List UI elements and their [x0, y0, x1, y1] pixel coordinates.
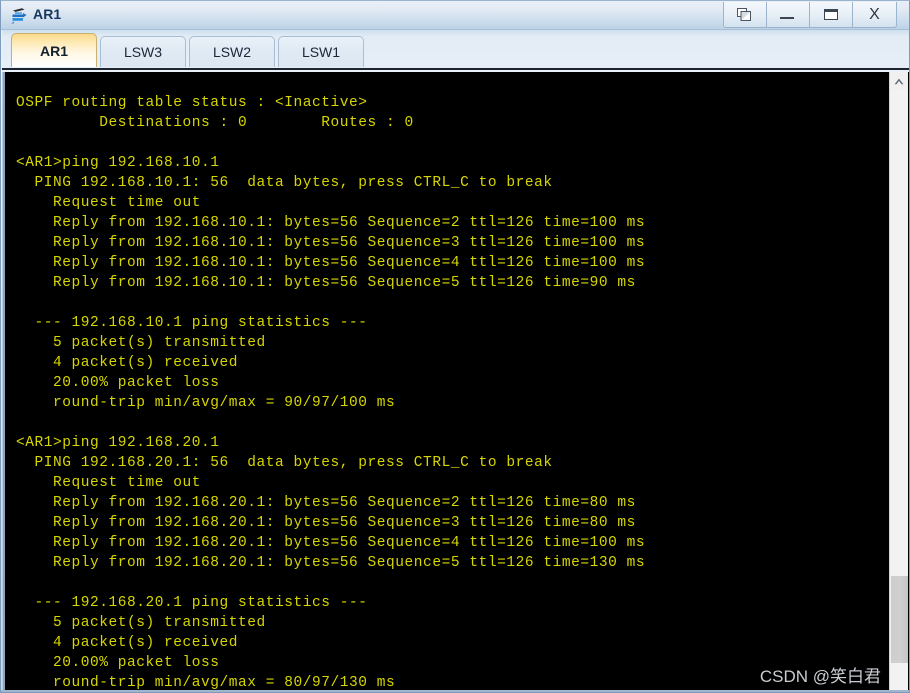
- minimize-icon: [780, 17, 794, 19]
- terminal-line: 5 packet(s) transmitted: [16, 615, 266, 631]
- tab-ar1[interactable]: AR1: [11, 33, 97, 67]
- scrollbar-track-upper[interactable]: [890, 90, 908, 576]
- tab-lsw2[interactable]: LSW2: [189, 36, 275, 67]
- terminal-line: 4 packet(s) received: [16, 355, 239, 371]
- terminal-output: OSPF routing table status : <Inactive> D…: [16, 73, 646, 692]
- tab-label: LSW2: [212, 44, 252, 60]
- window-controls: X: [723, 2, 897, 28]
- terminal-scrollbar[interactable]: [889, 72, 908, 692]
- scrollbar-up-button[interactable]: [890, 72, 908, 90]
- terminal-line: Request time out: [16, 195, 202, 211]
- terminal-line: Reply from 192.168.20.1: bytes=56 Sequen…: [16, 515, 636, 531]
- terminal-line: Reply from 192.168.20.1: bytes=56 Sequen…: [16, 535, 646, 551]
- window-title: AR1: [33, 6, 62, 22]
- terminal-line: OSPF routing table status : <Inactive>: [16, 95, 368, 111]
- terminal-line: 4 packet(s) received: [16, 635, 239, 651]
- maximize-button[interactable]: [810, 2, 853, 27]
- tab-label: AR1: [39, 42, 68, 59]
- restore-windows-icon: [737, 8, 751, 21]
- window-titlebar[interactable]: AR1 X: [1, 1, 909, 30]
- terminal-panel: OSPF routing table status : <Inactive> D…: [2, 72, 909, 692]
- tab-list: AR1 LSW3 LSW2 LSW1: [11, 33, 367, 67]
- terminal-line: <AR1>ping 192.168.20.1: [16, 435, 220, 451]
- device-cli-window: AR1 X AR1 LSW3 LSW2 LSW1 OSPF routing ta…: [0, 0, 910, 693]
- terminal-line: Reply from 192.168.20.1: bytes=56 Sequen…: [16, 555, 646, 571]
- terminal-line: 20.00% packet loss: [16, 655, 220, 671]
- terminal-line: <AR1>ping 192.168.10.1: [16, 155, 220, 171]
- minimize-button[interactable]: [767, 2, 810, 27]
- terminal-line: PING 192.168.20.1: 56 data bytes, press …: [16, 455, 553, 471]
- terminal-console[interactable]: OSPF routing table status : <Inactive> D…: [5, 72, 891, 692]
- terminal-line: PING 192.168.10.1: 56 data bytes, press …: [16, 175, 553, 191]
- terminal-line: Destinations : 0 Routes : 0: [16, 115, 414, 131]
- maximize-icon: [824, 9, 838, 20]
- terminal-line: --- 192.168.10.1 ping statistics ---: [16, 315, 368, 331]
- terminal-line: Reply from 192.168.20.1: bytes=56 Sequen…: [16, 495, 636, 511]
- device-tab-strip: AR1 LSW3 LSW2 LSW1: [2, 30, 909, 70]
- terminal-line: Reply from 192.168.10.1: bytes=56 Sequen…: [16, 215, 646, 231]
- terminal-line: --- 192.168.20.1 ping statistics ---: [16, 595, 368, 611]
- terminal-line: 5 packet(s) transmitted: [16, 335, 266, 351]
- close-button[interactable]: X: [853, 2, 896, 27]
- scrollbar-track-lower[interactable]: [890, 663, 908, 692]
- tab-lsw3[interactable]: LSW3: [100, 36, 186, 67]
- window-bottom-edge: [1, 690, 909, 692]
- terminal-line: Reply from 192.168.10.1: bytes=56 Sequen…: [16, 255, 646, 271]
- terminal-line: Reply from 192.168.10.1: bytes=56 Sequen…: [16, 275, 636, 291]
- terminal-line: 20.00% packet loss: [16, 375, 220, 391]
- router-device-icon: [9, 5, 30, 26]
- tab-label: LSW3: [123, 44, 163, 60]
- tab-lsw1[interactable]: LSW1: [278, 36, 364, 67]
- terminal-line: round-trip min/avg/max = 90/97/100 ms: [16, 395, 396, 411]
- scrollbar-thumb[interactable]: [891, 576, 908, 663]
- terminal-line: Request time out: [16, 475, 202, 491]
- tab-label: LSW1: [301, 44, 341, 60]
- terminal-line: Reply from 192.168.10.1: bytes=56 Sequen…: [16, 235, 646, 251]
- restore-button[interactable]: [724, 2, 767, 27]
- close-icon: X: [869, 6, 880, 23]
- chevron-up-icon: [894, 78, 904, 85]
